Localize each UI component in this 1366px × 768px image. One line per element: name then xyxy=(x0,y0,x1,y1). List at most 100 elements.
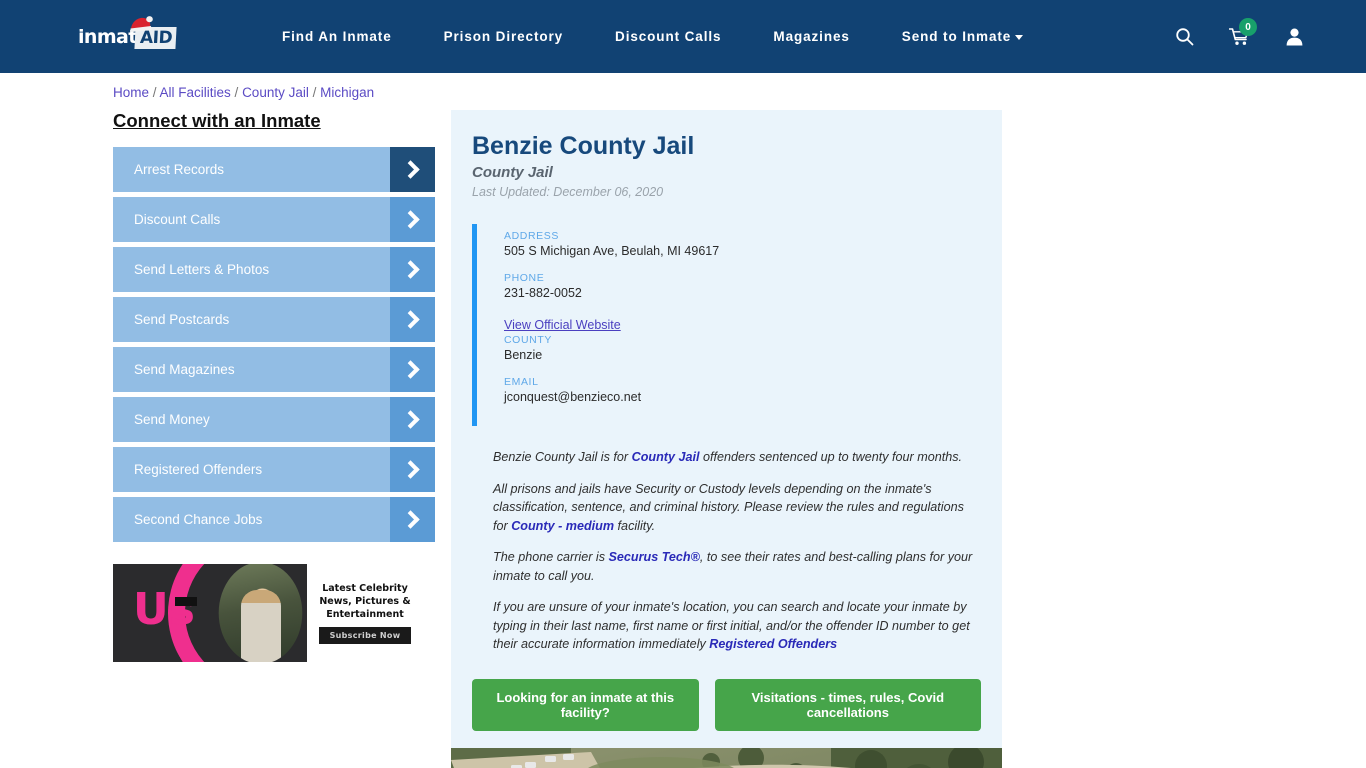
nav-label: Magazines xyxy=(773,29,850,44)
breadcrumb-separator: / xyxy=(308,85,321,100)
breadcrumb-item-all-facilities[interactable]: All Facilities xyxy=(160,85,231,100)
sidebar-advertisement[interactable]: Us Latest Celebrity News, Pictures & Ent… xyxy=(113,564,423,662)
search-icon xyxy=(1176,28,1194,46)
sidebar-item-send-letters-photos[interactable]: Send Letters & Photos xyxy=(113,247,435,292)
info-value: Benzie xyxy=(504,348,543,362)
search-button[interactable] xyxy=(1175,27,1194,46)
account-button[interactable] xyxy=(1285,27,1304,46)
info-value: 231-882-0052 xyxy=(504,286,582,300)
description-paragraph: The phone carrier is Securus Tech®, to s… xyxy=(493,548,979,585)
info-column-right: COUNTY Benzie EMAIL jconquest@benzieco.n… xyxy=(504,334,781,418)
text-segment: Benzie County Jail is for xyxy=(493,450,632,464)
main-content: Benzie County Jail County Jail Last Upda… xyxy=(451,110,1002,768)
breadcrumb-item-michigan[interactable]: Michigan xyxy=(320,85,374,100)
main-navigation: Find An Inmate Prison Directory Discount… xyxy=(256,29,1049,44)
info-item-phone: PHONE 231-882-0052 xyxy=(504,272,781,300)
nav-item-send-to-inmate[interactable]: Send to Inmate xyxy=(876,29,1049,44)
description-paragraph: All prisons and jails have Security or C… xyxy=(493,480,979,536)
visitations-button[interactable]: Visitations - times, rules, Covid cancel… xyxy=(714,678,981,731)
facility-aerial-photo xyxy=(451,747,1002,768)
chevron-right-icon xyxy=(390,447,435,492)
sidebar-item-discount-calls[interactable]: Discount Calls xyxy=(113,197,435,242)
facility-card: Benzie County Jail County Jail Last Upda… xyxy=(451,110,1002,748)
chevron-right-icon xyxy=(390,297,435,342)
sidebar: Connect with an Inmate Arrest Records Di… xyxy=(113,110,438,768)
looking-for-inmate-button[interactable]: Looking for an inmate at this facility? xyxy=(472,678,699,731)
info-item-county: COUNTY Benzie xyxy=(504,334,781,362)
description-paragraph: Benzie County Jail is for County Jail of… xyxy=(493,448,979,467)
info-label: PHONE xyxy=(504,272,545,284)
sidebar-item-send-magazines[interactable]: Send Magazines xyxy=(113,347,435,392)
chevron-down-icon xyxy=(1015,34,1024,40)
link-securus-tech[interactable]: Securus Tech® xyxy=(609,550,700,564)
santa-hat-icon xyxy=(130,15,153,32)
link-county-medium[interactable]: County - medium xyxy=(511,519,614,533)
facility-info-block: ADDRESS 505 S Michigan Ave, Beulah, MI 4… xyxy=(472,224,981,426)
info-label: EMAIL xyxy=(504,376,539,388)
text-segment: offenders sentenced up to twenty four mo… xyxy=(699,450,963,464)
chevron-right-icon xyxy=(390,497,435,542)
sidebar-item-label: Arrest Records xyxy=(134,162,225,177)
header-icon-group: 0 xyxy=(1175,18,1304,46)
breadcrumb-separator: / xyxy=(149,85,160,100)
cart-button[interactable]: 0 xyxy=(1229,18,1257,46)
breadcrumb-separator: / xyxy=(230,85,243,100)
site-header: inmate AID Find An Inmate Prison Directo… xyxy=(0,0,1366,73)
breadcrumb-item-home[interactable]: Home xyxy=(113,85,149,100)
view-official-website-link[interactable]: View Official Website xyxy=(504,318,621,332)
text-segment: The phone carrier is xyxy=(493,550,609,564)
aerial-image xyxy=(451,747,1002,768)
info-column-left: ADDRESS 505 S Michigan Ave, Beulah, MI 4… xyxy=(504,230,781,334)
cart-count-badge: 0 xyxy=(1239,18,1257,36)
breadcrumb-item-county-jail[interactable]: County Jail xyxy=(242,85,309,100)
breadcrumb: Home / All Facilities / County Jail / Mi… xyxy=(113,85,1366,100)
nav-label: Discount Calls xyxy=(615,29,722,44)
sidebar-item-label: Send Postcards xyxy=(134,312,230,327)
sidebar-item-label: Second Chance Jobs xyxy=(134,512,263,527)
sidebar-title[interactable]: Connect with an Inmate xyxy=(113,110,438,132)
info-label: COUNTY xyxy=(504,334,552,346)
sidebar-item-label: Send Magazines xyxy=(134,362,235,377)
ad-brand-sub xyxy=(175,597,197,606)
sidebar-item-registered-offenders[interactable]: Registered Offenders xyxy=(113,447,435,492)
facility-action-buttons: Looking for an inmate at this facility? … xyxy=(472,667,981,748)
info-label: ADDRESS xyxy=(504,230,559,242)
page-title: Benzie County Jail xyxy=(472,132,695,160)
info-value: jconquest@benzieco.net xyxy=(504,390,642,404)
facility-description: Benzie County Jail is for County Jail of… xyxy=(472,448,981,654)
nav-item-prison-directory[interactable]: Prison Directory xyxy=(418,29,589,44)
site-logo[interactable]: inmate AID xyxy=(78,15,188,57)
sidebar-item-send-postcards[interactable]: Send Postcards xyxy=(113,297,435,342)
link-county-jail[interactable]: County Jail xyxy=(632,450,700,464)
sidebar-item-label: Registered Offenders xyxy=(134,462,263,477)
chevron-right-icon xyxy=(390,197,435,242)
chevron-right-icon xyxy=(390,247,435,292)
facility-type: County Jail xyxy=(472,164,553,181)
nav-label: Send to Inmate xyxy=(901,29,1012,44)
chevron-right-icon xyxy=(390,147,435,192)
info-item-email: EMAIL jconquest@benzieco.net xyxy=(504,376,781,404)
page-body: Home / All Facilities / County Jail / Mi… xyxy=(0,85,1366,768)
description-paragraph: If you are unsure of your inmate's locat… xyxy=(493,598,979,654)
nav-label: Prison Directory xyxy=(443,29,564,44)
last-updated: Last Updated: December 06, 2020 xyxy=(472,185,664,199)
ad-subscribe-button[interactable]: Subscribe Now xyxy=(318,627,412,644)
sidebar-item-arrest-records[interactable]: Arrest Records xyxy=(113,147,435,192)
sidebar-item-label: Send Letters & Photos xyxy=(134,262,270,277)
chevron-right-icon xyxy=(390,347,435,392)
sidebar-item-label: Send Money xyxy=(134,412,210,427)
sidebar-item-send-money[interactable]: Send Money xyxy=(113,397,435,442)
ad-text-panel: Latest Celebrity News, Pictures & Entert… xyxy=(307,564,423,662)
content-row: Connect with an Inmate Arrest Records Di… xyxy=(113,110,1366,768)
text-segment: facility. xyxy=(614,518,656,533)
nav-item-discount-calls[interactable]: Discount Calls xyxy=(589,29,747,44)
info-value: 505 S Michigan Ave, Beulah, MI 49617 xyxy=(504,244,720,258)
link-registered-offenders[interactable]: Registered Offenders xyxy=(709,637,837,651)
nav-label: Find An Inmate xyxy=(282,29,392,44)
chevron-right-icon xyxy=(390,397,435,442)
user-account-icon xyxy=(1286,28,1303,46)
nav-item-find-an-inmate[interactable]: Find An Inmate xyxy=(256,29,418,44)
info-item-address: ADDRESS 505 S Michigan Ave, Beulah, MI 4… xyxy=(504,230,781,258)
sidebar-item-second-chance-jobs[interactable]: Second Chance Jobs xyxy=(113,497,435,542)
nav-item-magazines[interactable]: Magazines xyxy=(747,29,875,44)
